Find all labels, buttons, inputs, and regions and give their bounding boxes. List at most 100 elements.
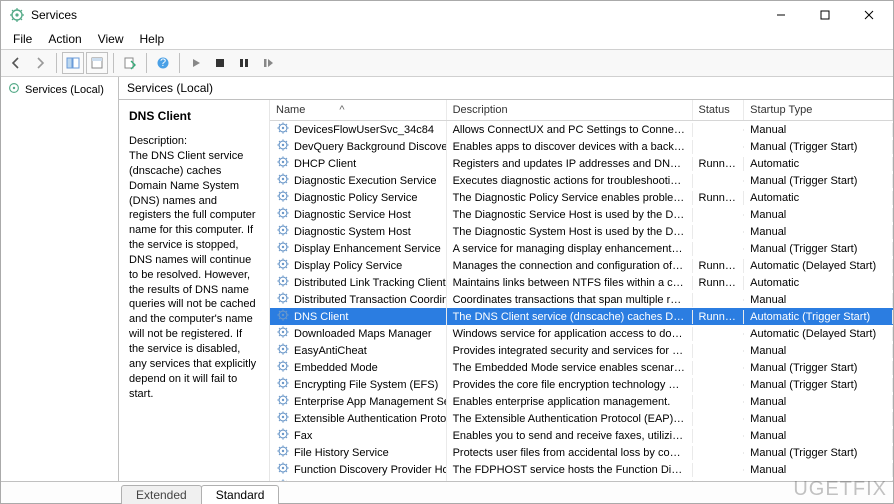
service-name: DevicesFlowUserSvc_34c84 (294, 124, 434, 136)
service-row[interactable]: Display Policy ServiceManages the connec… (270, 257, 893, 274)
service-startup-type: Manual (744, 225, 893, 239)
service-row[interactable]: Extensible Authentication ProtocolThe Ex… (270, 410, 893, 427)
service-row[interactable]: Embedded ModeThe Embedded Mode service e… (270, 359, 893, 376)
pause-service-button[interactable] (233, 52, 255, 74)
export-list-button[interactable] (119, 52, 141, 74)
restart-service-button[interactable] (257, 52, 279, 74)
service-status (693, 469, 745, 471)
service-description: Executes diagnostic actions for troubles… (447, 174, 693, 188)
service-startup-type: Manual (744, 208, 893, 222)
service-description: The FDPHOST service hosts the Function D… (447, 463, 693, 477)
service-startup-type: Manual (Trigger Start) (744, 174, 893, 188)
service-status (693, 367, 745, 369)
service-startup-type: Manual (Trigger Start) (744, 378, 893, 392)
service-description: Enables you to send and receive faxes, u… (447, 429, 693, 443)
titlebar[interactable]: Services (1, 1, 893, 29)
services-icon (7, 81, 21, 98)
menu-help[interactable]: Help (134, 30, 171, 48)
gear-icon (276, 257, 290, 274)
service-startup-type: Automatic (744, 191, 893, 205)
service-startup-type: Automatic (Delayed Start) (744, 327, 893, 341)
body-area: Services (Local) Services (Local) DNS Cl… (1, 77, 893, 481)
menu-view[interactable]: View (92, 30, 130, 48)
gear-icon (276, 461, 290, 478)
service-row[interactable]: Diagnostic Execution ServiceExecutes dia… (270, 172, 893, 189)
maximize-button[interactable] (803, 1, 847, 29)
service-description: Enables apps to discover devices with a … (447, 140, 693, 154)
service-row[interactable]: DNS ClientThe DNS Client service (dnscac… (270, 308, 893, 325)
service-status (693, 299, 745, 301)
service-row[interactable]: Diagnostic System HostThe Diagnostic Sys… (270, 223, 893, 240)
toolbar-separator (179, 53, 180, 73)
result-pane: Services (Local) DNS Client Description:… (119, 77, 893, 481)
service-row[interactable]: Fax Enables you to send and receive faxes… (270, 427, 893, 444)
service-row[interactable]: Function Discovery Provider HostThe FDPH… (270, 461, 893, 478)
service-row[interactable]: Encrypting File System (EFS)Provides the… (270, 376, 893, 393)
toolbar-separator (56, 53, 57, 73)
service-row[interactable]: Downloaded Maps ManagerWindows service f… (270, 325, 893, 342)
service-row[interactable]: Distributed Transaction CoordinatorCoord… (270, 291, 893, 308)
service-startup-type: Manual (Trigger Start) (744, 446, 893, 460)
svg-text:?: ? (160, 57, 166, 69)
service-status (693, 435, 745, 437)
minimize-button[interactable] (759, 1, 803, 29)
service-row[interactable]: DevicesFlowUserSvc_34c84 Allows ConnectUX… (270, 121, 893, 138)
service-status (693, 401, 745, 403)
service-description: The DNS Client service (dnscache) caches… (447, 310, 693, 324)
service-description: A service for managing display enhanceme… (447, 242, 693, 256)
service-name: Extensible Authentication Protocol (294, 413, 447, 425)
tab-extended[interactable]: Extended (121, 485, 202, 504)
menu-file[interactable]: File (7, 30, 38, 48)
start-service-button[interactable] (185, 52, 207, 74)
back-button[interactable] (5, 52, 27, 74)
service-status (693, 180, 745, 182)
list-body[interactable]: DevicesFlowUserSvc_34c84 Allows ConnectUX… (270, 121, 893, 481)
service-row[interactable]: Diagnostic Service HostThe Diagnostic Se… (270, 206, 893, 223)
tree-root-services-local[interactable]: Services (Local) (1, 77, 118, 102)
service-startup-type: Manual (744, 463, 893, 477)
column-header-status[interactable]: Status (693, 100, 745, 120)
menu-action[interactable]: Action (42, 30, 87, 48)
services-list: Name^ Description Status Startup Type De… (269, 100, 893, 481)
gear-icon (276, 223, 290, 240)
service-name: Embedded Mode (294, 362, 378, 374)
service-name: Display Enhancement Service (294, 243, 441, 255)
column-header-name[interactable]: Name^ (270, 100, 447, 120)
service-name: Diagnostic System Host (294, 226, 411, 238)
gear-icon (276, 189, 290, 206)
column-header-description[interactable]: Description (447, 100, 693, 120)
gear-icon (276, 155, 290, 172)
service-status: Running (693, 310, 745, 324)
service-startup-type: Automatic (744, 157, 893, 171)
service-row[interactable]: Diagnostic Policy ServiceThe Diagnostic … (270, 189, 893, 206)
gear-icon (276, 427, 290, 444)
close-button[interactable] (847, 1, 891, 29)
service-row[interactable]: DHCP ClientRegisters and updates IP addr… (270, 155, 893, 172)
stop-service-button[interactable] (209, 52, 231, 74)
service-row[interactable]: DevQuery Background Discovery BrokerEnab… (270, 138, 893, 155)
service-name: Downloaded Maps Manager (294, 328, 432, 340)
forward-button[interactable] (29, 52, 51, 74)
gear-icon (276, 121, 290, 138)
service-startup-type: Manual (744, 429, 893, 443)
gear-icon (276, 274, 290, 291)
properties-button[interactable] (86, 52, 108, 74)
service-startup-type: Automatic (Delayed Start) (744, 259, 893, 273)
gear-icon (276, 410, 290, 427)
service-row[interactable]: EasyAntiCheatProvides integrated securit… (270, 342, 893, 359)
show-hide-tree-button[interactable] (62, 52, 84, 74)
service-description: Enables enterprise application managemen… (447, 395, 693, 409)
column-header-startup-type[interactable]: Startup Type (744, 100, 893, 120)
service-name: Encrypting File System (EFS) (294, 379, 438, 391)
tab-standard[interactable]: Standard (201, 485, 280, 504)
service-row[interactable]: Display Enhancement Service A service for… (270, 240, 893, 257)
service-row[interactable]: Enterprise App Management ServiceEnables… (270, 393, 893, 410)
service-name: Function Discovery Provider Host (294, 464, 447, 476)
service-description: Registers and updates IP addresses and D… (447, 157, 693, 171)
service-name: Fax (294, 430, 312, 442)
service-row[interactable]: File History ServiceProtects user files … (270, 444, 893, 461)
service-row[interactable]: Distributed Link Tracking ClientMaintain… (270, 274, 893, 291)
service-description: Allows ConnectUX and PC Settings to Conn… (447, 123, 693, 137)
help-button[interactable]: ? (152, 52, 174, 74)
service-status (693, 333, 745, 335)
